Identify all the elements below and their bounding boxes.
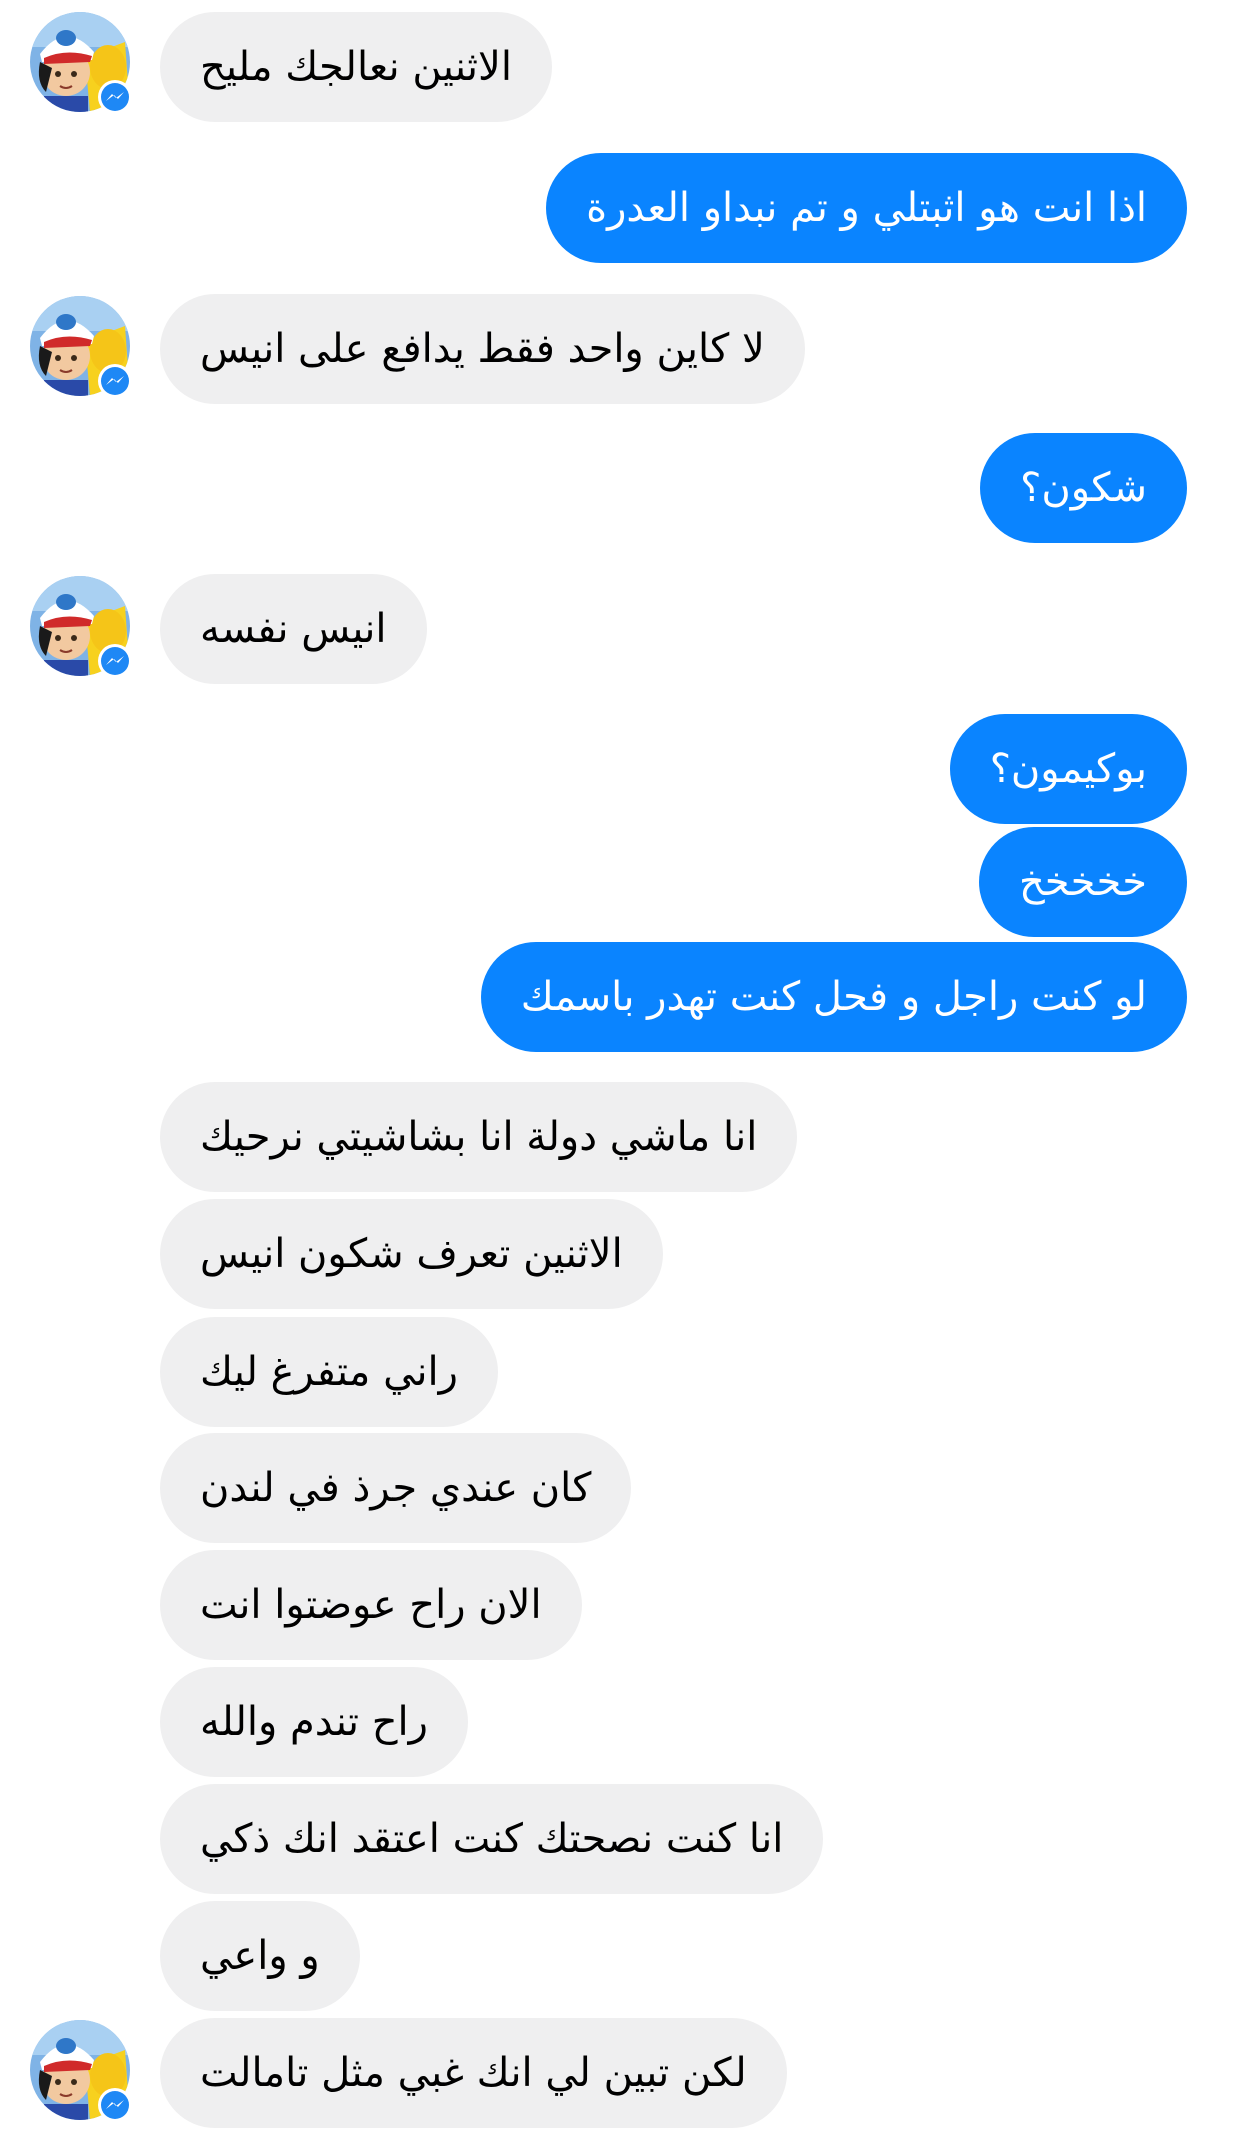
avatar-icon — [30, 296, 132, 398]
incoming-message[interactable]: الان راح عوضتوا انت — [160, 1550, 582, 1660]
outgoing-message[interactable]: اذا انت هو اثبتلي و تم نبداو العدرة — [546, 153, 1187, 263]
outgoing-message[interactable]: لو كنت راجل و فحل كنت تهدر باسمك — [480, 942, 1187, 1052]
message-thread: الاثنين نعالجك مليح اذا انت هو اثبتلي و … — [0, 0, 1242, 2150]
avatar-icon — [30, 2020, 132, 2122]
incoming-message[interactable]: انيس نفسه — [160, 574, 427, 684]
avatar-icon — [30, 576, 132, 678]
incoming-message[interactable]: كان عندي جرذ في لندن — [160, 1433, 632, 1543]
incoming-message[interactable]: لا كاين واحد فقط يدافع على انيس — [160, 294, 805, 404]
incoming-message[interactable]: لكن تبين لي انك غبي مثل تامالت — [160, 2018, 787, 2128]
incoming-message[interactable]: انا كنت نصحتك كنت اعتقد انك ذكي — [160, 1784, 824, 1894]
incoming-message[interactable]: راني متفرغ ليك — [160, 1317, 498, 1427]
contact-avatar[interactable] — [30, 12, 135, 117]
incoming-message[interactable]: و واعي — [160, 1901, 360, 2011]
incoming-message[interactable]: الاثنين نعالجك مليح — [160, 12, 552, 122]
outgoing-message[interactable]: شكون؟ — [980, 433, 1187, 543]
avatar-icon — [30, 12, 132, 114]
outgoing-message[interactable]: خخخخخ — [978, 827, 1187, 937]
contact-avatar[interactable] — [30, 296, 135, 401]
outgoing-message[interactable]: بوكيمون؟ — [949, 714, 1187, 824]
contact-avatar[interactable] — [30, 2020, 135, 2125]
incoming-message[interactable]: انا ماشي دولة انا بشاشيتي نرحيك — [160, 1082, 798, 1192]
contact-avatar[interactable] — [30, 576, 135, 681]
incoming-message[interactable]: الاثنين تعرف شكون انيس — [160, 1199, 663, 1309]
incoming-message[interactable]: راح تندم والله — [160, 1667, 468, 1777]
